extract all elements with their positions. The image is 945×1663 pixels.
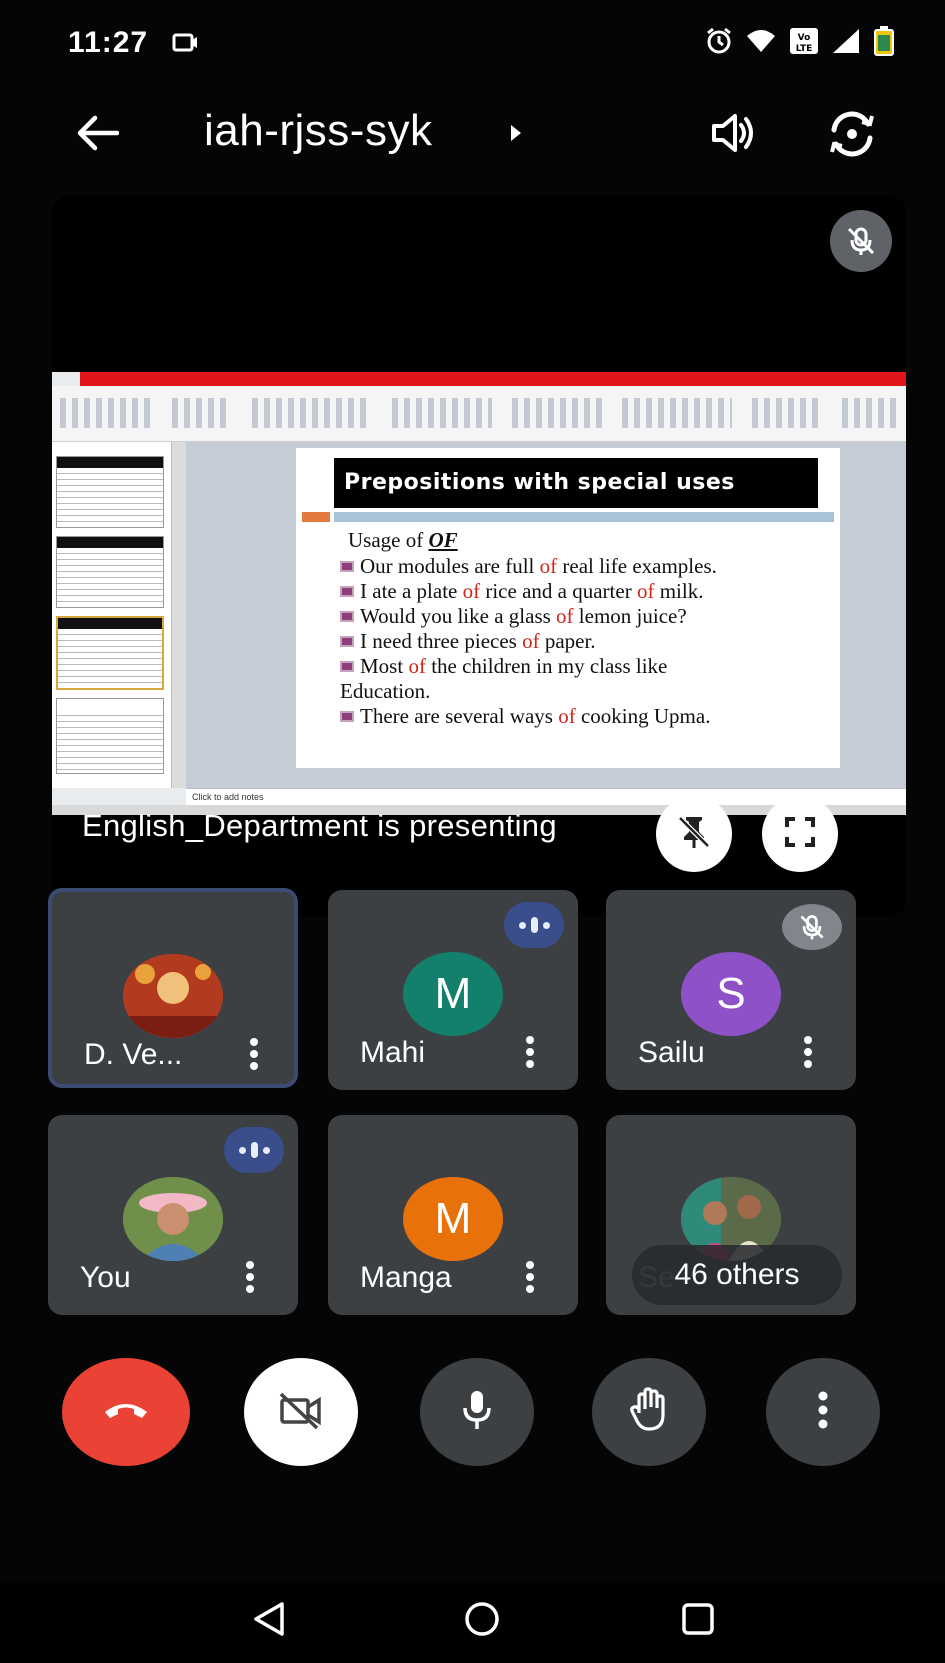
more-options-icon[interactable] [520,1030,540,1074]
slide-bullet: I need three pieces of paper. [340,629,830,654]
slide-usage-heading: Usage of OF [348,528,458,553]
slide: Prepositions with special uses Usage of … [296,448,840,768]
slide-accent [302,512,330,522]
more-vert-icon [817,1390,829,1435]
slide-bullet: Most of the children in my class like [340,654,830,679]
shared-screen: Prepositions with special uses Usage of … [52,372,906,815]
unpin-button[interactable] [656,796,732,872]
usage-keyword: OF [428,528,458,552]
participant-tile[interactable]: S Sailu [606,890,856,1090]
slide-title: Prepositions with special uses [334,458,818,508]
avatar [123,1177,223,1261]
ppt-scrollbar [172,442,186,788]
nav-back-icon[interactable] [240,1589,300,1649]
alarm-icon [705,27,733,60]
volte-icon: Vo LTE [789,27,819,60]
slide-bullet: There are several ways of cooking Upma. [340,704,830,729]
avatar: S [681,952,781,1036]
fullscreen-button[interactable] [762,796,838,872]
unpin-icon [674,812,714,857]
back-arrow-icon [75,115,120,156]
participant-name: Mahi [360,1036,426,1069]
more-options-button[interactable] [766,1358,880,1466]
status-bar: 11:27 Vo LTE [0,0,945,90]
mic-off-icon [830,210,892,272]
participant-name: You [80,1261,131,1294]
speaking-indicator-icon [224,1127,284,1173]
switch-camera-icon [826,111,878,164]
slide-bullet-list: Our modules are full of real life exampl… [340,554,830,729]
wifi-icon [745,28,777,59]
presentation-tile[interactable]: Prepositions with special uses Usage of … [52,196,906,916]
end-call-icon [102,1398,150,1427]
participant-tile[interactable]: You [48,1115,298,1315]
svg-text:Vo: Vo [798,33,811,43]
ppt-slide-thumbnails [52,442,172,788]
mic-off-icon [782,904,842,950]
speaking-indicator-icon [504,902,564,948]
more-options-icon[interactable] [798,1030,818,1074]
cast-icon [172,32,198,59]
participant-tile[interactable]: M Manga [328,1115,578,1315]
avatar: M [403,1177,503,1261]
nav-home-icon[interactable] [452,1589,512,1649]
participant-tile-others[interactable]: Se 46 others [606,1115,856,1315]
slide-bullet: Would you like a glass of lemon juice? [340,604,830,629]
status-icons: Vo LTE [705,26,895,61]
raise-hand-icon [629,1386,669,1438]
participant-name: D. Ve... [84,1038,183,1071]
camera-off-icon [277,1390,325,1435]
participant-name: Sailu [638,1036,705,1069]
mic-icon [460,1388,494,1437]
meeting-header: iah-rjss-syk [0,96,945,176]
status-time: 11:27 [68,26,149,59]
slide-bullet: I ate a plate of rice and a quarter of m… [340,579,830,604]
presenting-label: English_Department is presenting [82,808,557,843]
more-options-icon[interactable] [520,1255,540,1299]
ppt-ribbon [52,386,906,442]
usage-prefix: Usage of [348,528,429,552]
signal-icon [831,27,861,60]
back-button[interactable] [72,110,122,160]
fullscreen-icon [782,814,818,855]
others-count[interactable]: 46 others [632,1245,842,1305]
more-options-icon[interactable] [240,1255,260,1299]
participant-name: Manga [360,1261,452,1294]
more-options-icon[interactable] [244,1032,264,1076]
svg-text:LTE: LTE [796,44,813,54]
avatar: M [403,952,503,1036]
end-call-button[interactable] [62,1358,190,1466]
camera-toggle-button[interactable] [244,1358,358,1466]
microphone-button[interactable] [420,1358,534,1466]
caret-right-icon[interactable] [510,124,522,147]
speaker-icon [708,114,758,162]
slide-accent-bar [334,512,834,522]
system-navigation-bar [0,1583,945,1663]
raise-hand-button[interactable] [592,1358,706,1466]
speaker-button[interactable] [708,108,758,163]
nav-recents-icon[interactable] [668,1589,728,1649]
participant-tile[interactable]: M Mahi [328,890,578,1090]
call-controls [0,1350,945,1470]
slide-bullet-continuation: Education. [340,679,431,703]
meeting-code[interactable]: iah-rjss-syk [204,106,432,156]
switch-camera-button[interactable] [826,108,878,165]
participant-tile[interactable]: D. Ve... [48,888,298,1088]
ppt-titlebar [80,372,906,386]
battery-icon [873,26,895,61]
avatar [123,954,223,1038]
slide-bullet: Our modules are full of real life exampl… [340,554,830,579]
